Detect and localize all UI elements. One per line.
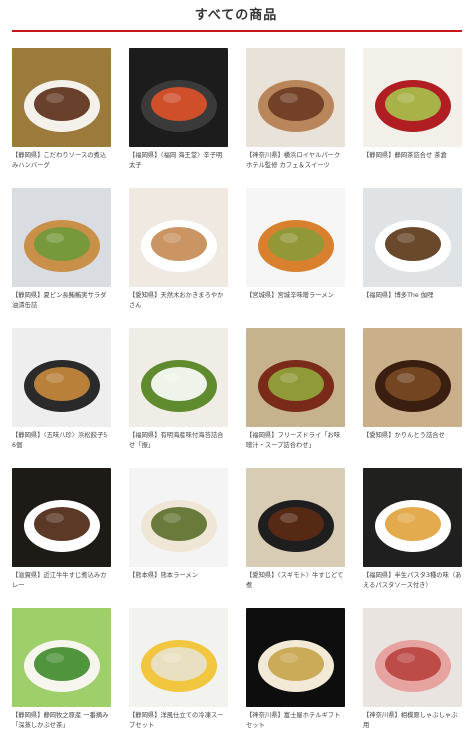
product-caption[interactable]: 【福岡県】半生パスタ3種の味（あえるパスタソース付き） <box>363 571 462 601</box>
miso-ramen-bowl <box>246 188 345 287</box>
product-caption[interactable]: 【愛知県】天然木おかきまろやかさん <box>129 291 228 321</box>
product-card[interactable]: 【熊本県】熊本ラーメン <box>129 468 228 608</box>
product-image[interactable] <box>129 468 228 567</box>
product-image[interactable] <box>129 48 228 147</box>
rice-crackers-platter <box>129 188 228 287</box>
product-caption[interactable]: 【静岡県】静岡茶詰合せ 茶倉 <box>363 151 462 181</box>
section-heading: すべての商品 <box>194 8 278 23</box>
product-card[interactable]: 【愛知県】〈スギモト〉牛すじどて煮 <box>246 468 345 608</box>
product-card[interactable]: 【静岡県】洋風仕立ての冷凍スープセット <box>129 608 228 748</box>
cafe-sweets-set <box>246 48 345 147</box>
product-caption[interactable]: 【熊本県】熊本ラーメン <box>129 571 228 601</box>
product-caption[interactable]: 【宮城県】宮城辛味噌ラーメン <box>246 291 345 321</box>
product-image[interactable] <box>363 328 462 427</box>
product-image[interactable] <box>129 608 228 707</box>
product-caption[interactable]: 【愛知県】かりんとう詰合せ <box>363 431 462 461</box>
product-card[interactable]: 【滋賀県】近江牛牛すじ煮込みカレー <box>12 468 111 608</box>
mentaiko-on-slate <box>129 48 228 147</box>
product-image[interactable] <box>246 468 345 567</box>
green-tea-cups <box>363 48 462 147</box>
gyoza-round-plate <box>12 328 111 427</box>
product-caption[interactable]: 【静岡県】洋風仕立ての冷凍スープセット <box>129 711 228 741</box>
product-card[interactable]: 【福岡県】〈福岡 海王堂〉辛子明太子 <box>129 48 228 188</box>
product-card[interactable]: 【静岡県】〈五味八珍〉浜松餃子56個 <box>12 328 111 468</box>
product-caption[interactable]: 【静岡県】こだわりソースの煮込みハンバーグ <box>12 151 111 181</box>
product-image[interactable] <box>12 608 111 707</box>
miso-soup-bowls <box>246 328 345 427</box>
product-card[interactable]: 【福岡県】半生パスタ3種の味（あえるパスタソース付き） <box>363 468 462 608</box>
product-grid: 【静岡県】こだわりソースの煮込みハンバーグ 【福岡県】〈福岡 海王堂〉辛子明太子【… <box>12 48 464 748</box>
heading-underline <box>12 30 462 32</box>
product-caption[interactable]: 【静岡県】夏ピン長鮪鮪実サラダ油漬缶詰 <box>12 291 111 321</box>
product-image[interactable] <box>129 328 228 427</box>
product-image[interactable] <box>363 48 462 147</box>
product-caption[interactable]: 【神奈川県】横浜ロイヤルパークホテル監修 カフェ＆スイーツ <box>246 151 345 181</box>
product-image[interactable] <box>12 328 111 427</box>
product-card[interactable]: 【静岡県】こだわりソースの煮込みハンバーグ <box>12 48 111 188</box>
product-card[interactable]: 【愛知県】天然木おかきまろやかさん <box>129 188 228 328</box>
onigiri-nori-set <box>129 328 228 427</box>
product-caption[interactable]: 【静岡県】静岡牧之原産 一番摘み「深蒸しかぶせ茶」 <box>12 711 111 741</box>
product-card[interactable]: 【福岡県】フリーズドライ「お味噌汁・スープ詰合わせ」 <box>246 328 345 468</box>
product-image[interactable] <box>363 468 462 567</box>
matcha-teacup <box>12 608 111 707</box>
product-caption[interactable]: 【福岡県】有明海産味付海苔詰合せ「振」 <box>129 431 228 461</box>
product-caption[interactable]: 【神奈川県】相模原しゃぶしゃぶ用 <box>363 711 462 741</box>
soup-cups-set <box>129 608 228 707</box>
product-caption[interactable]: 【愛知県】〈スギモト〉牛すじどて煮 <box>246 571 345 601</box>
beef-tendon-stew <box>246 468 345 567</box>
product-card[interactable]: 【神奈川県】相模原しゃぶしゃぶ用 <box>363 608 462 748</box>
tuna-sandwich <box>12 188 111 287</box>
product-image[interactable] <box>12 48 111 147</box>
product-card[interactable]: 【福岡県】有明海産味付海苔詰合せ「振」 <box>129 328 228 468</box>
product-card[interactable]: 【神奈川県】富士屋ホテルギフトセット <box>246 608 345 748</box>
product-card[interactable]: 【愛知県】かりんとう詰合せ <box>363 328 462 468</box>
hamburg-steak-plate <box>12 48 111 147</box>
product-caption[interactable]: 【静岡県】〈五味八珍〉浜松餃子56個 <box>12 431 111 461</box>
product-caption[interactable]: 【福岡県】フリーズドライ「お味噌汁・スープ詰合わせ」 <box>246 431 345 461</box>
product-card[interactable]: 【神奈川県】横浜ロイヤルパークホテル監修 カフェ＆スイーツ <box>246 48 345 188</box>
shabu-shabu-beef <box>363 608 462 707</box>
product-image[interactable] <box>246 48 345 147</box>
product-card[interactable]: 【静岡県】静岡茶詰合せ 茶倉 <box>363 48 462 188</box>
all-products-page: すべての商品 【静岡県】こだわりソースの煮込みハンバーグ 【福岡県】〈福岡 海王堂… <box>0 0 472 752</box>
beef-curry-plate <box>12 468 111 567</box>
product-caption[interactable]: 【神奈川県】富士屋ホテルギフトセット <box>246 711 345 741</box>
product-image[interactable] <box>363 608 462 707</box>
product-image[interactable] <box>129 188 228 287</box>
product-caption[interactable]: 【福岡県】博多The 伽哩 <box>363 291 462 321</box>
karinto-snacks <box>363 328 462 427</box>
hotel-gift-box <box>246 608 345 707</box>
product-image[interactable] <box>12 468 111 567</box>
product-caption[interactable]: 【滋賀県】近江牛牛すじ煮込みカレー <box>12 571 111 601</box>
curry-rice-plate <box>363 188 462 287</box>
product-image[interactable] <box>246 608 345 707</box>
kumamoto-ramen <box>129 468 228 567</box>
product-image[interactable] <box>246 328 345 427</box>
pasta-three-plates <box>363 468 462 567</box>
product-card[interactable]: 【福岡県】博多The 伽哩 <box>363 188 462 328</box>
product-image[interactable] <box>363 188 462 287</box>
product-image[interactable] <box>246 188 345 287</box>
product-card[interactable]: 【静岡県】静岡牧之原産 一番摘み「深蒸しかぶせ茶」 <box>12 608 111 748</box>
product-caption[interactable]: 【福岡県】〈福岡 海王堂〉辛子明太子 <box>129 151 228 181</box>
product-card[interactable]: 【静岡県】夏ピン長鮪鮪実サラダ油漬缶詰 <box>12 188 111 328</box>
product-card[interactable]: 【宮城県】宮城辛味噌ラーメン <box>246 188 345 328</box>
product-image[interactable] <box>12 188 111 287</box>
